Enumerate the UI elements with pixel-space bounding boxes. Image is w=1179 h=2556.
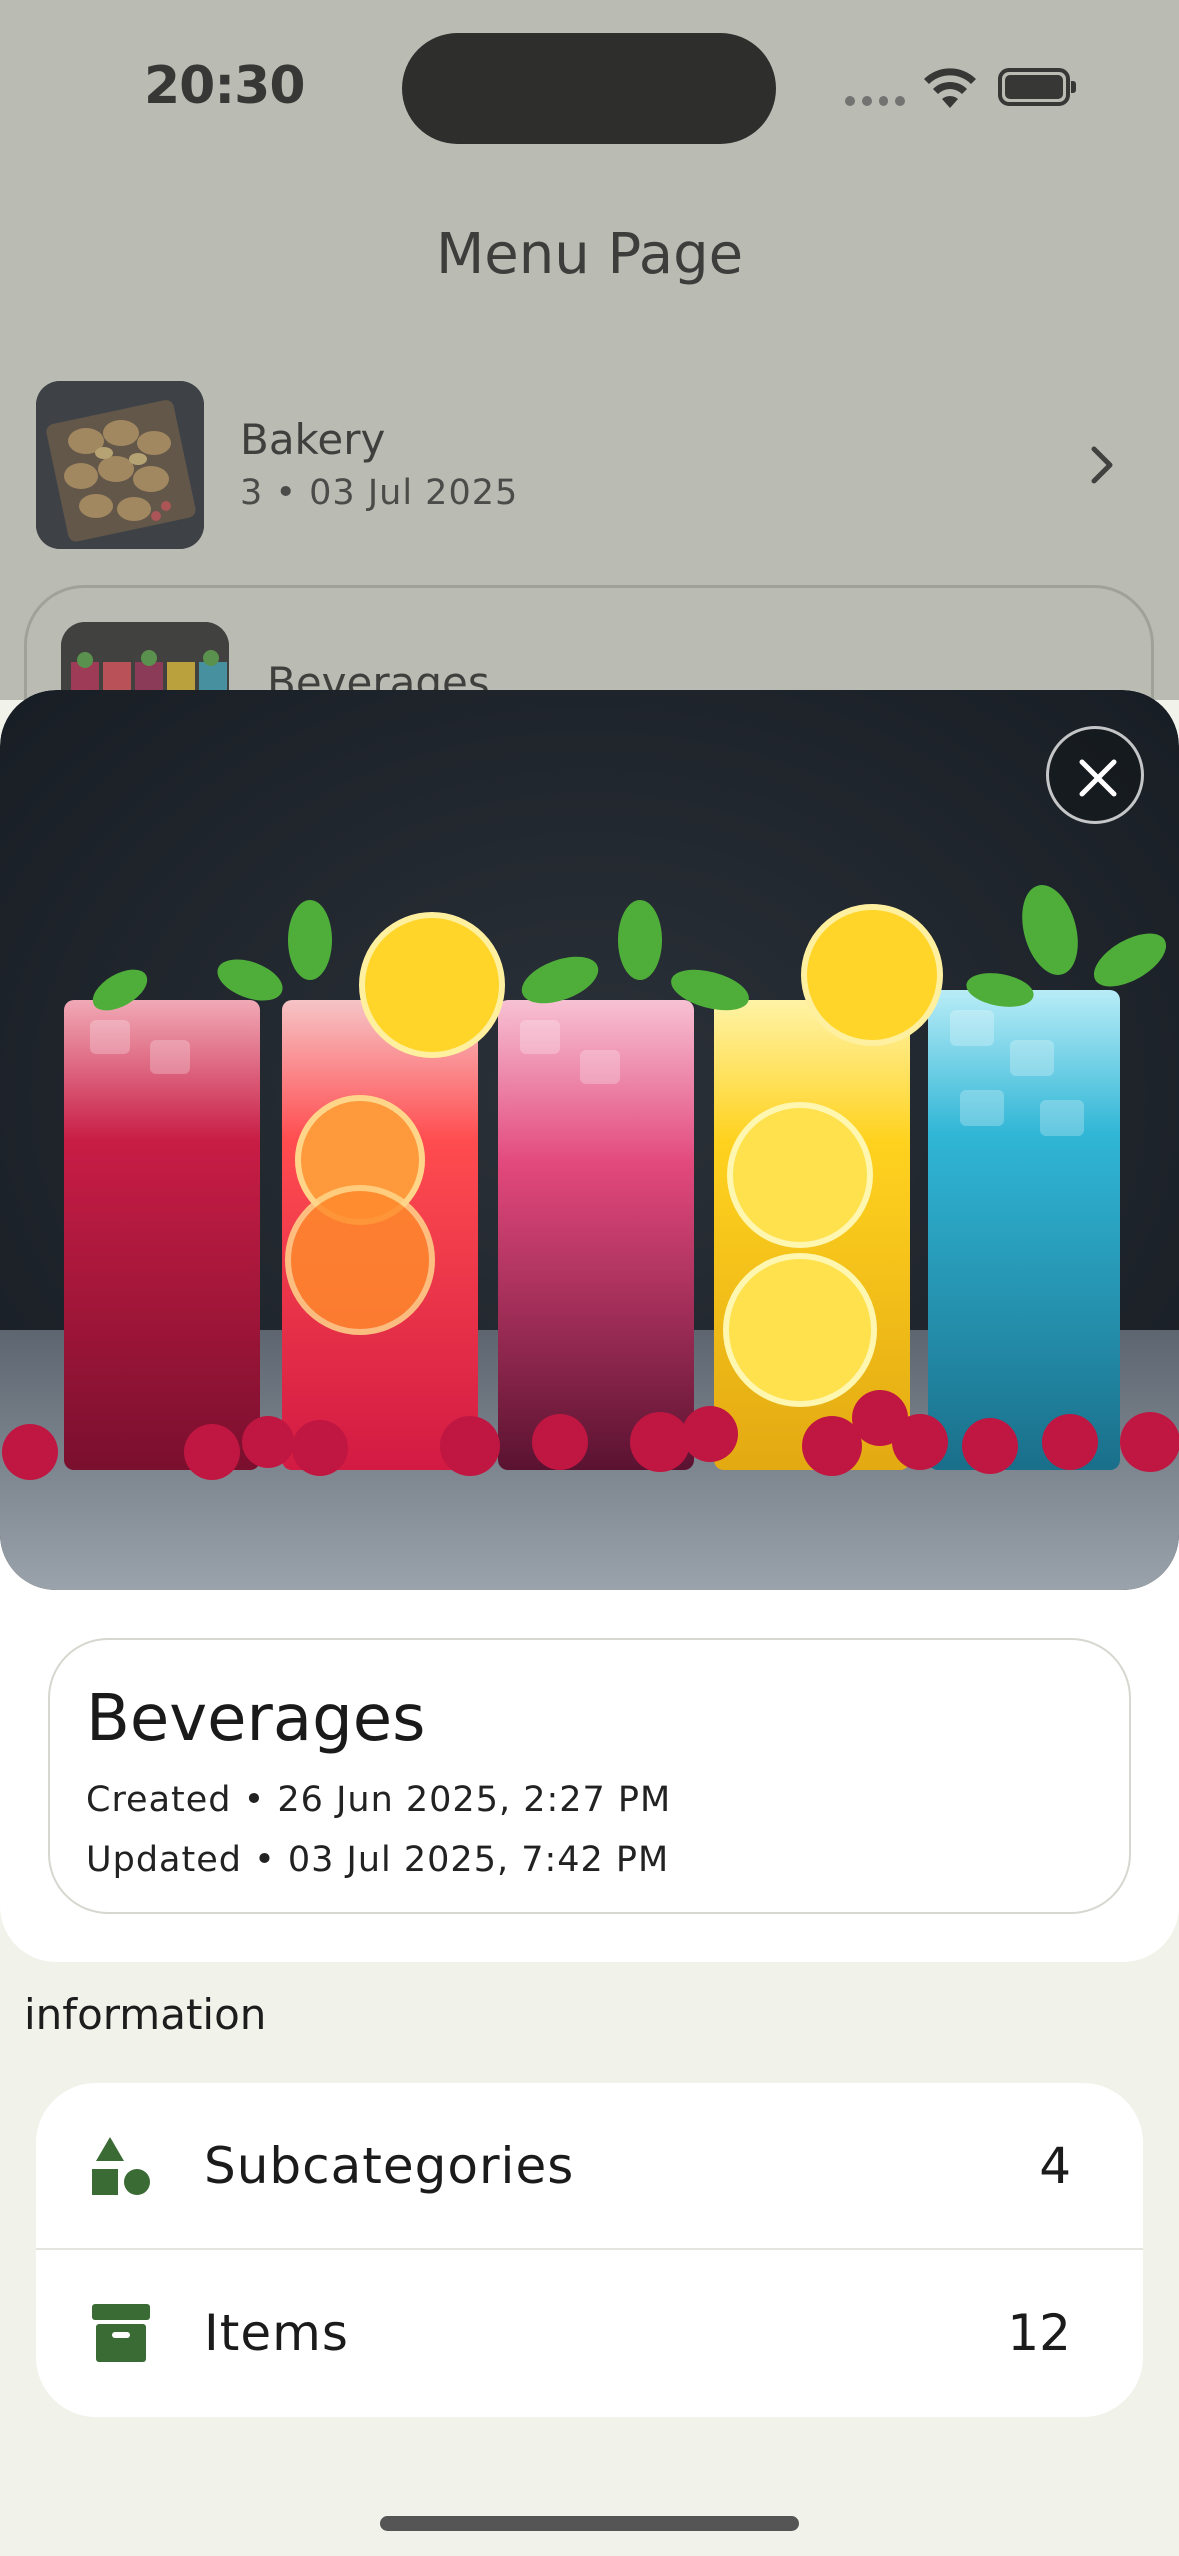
- items-row[interactable]: Items 12: [36, 2250, 1143, 2417]
- modal-scrim[interactable]: [0, 0, 1179, 700]
- items-label: Items: [204, 2304, 349, 2362]
- close-button[interactable]: [1046, 726, 1144, 824]
- information-card: Subcategories 4 Items 12: [36, 2083, 1143, 2417]
- created-date: Created • 26 Jun 2025, 2:27 PM: [86, 1780, 672, 1820]
- shapes-icon: [92, 2137, 150, 2195]
- items-count: 12: [1007, 2304, 1071, 2362]
- category-title: Beverages: [86, 1682, 426, 1756]
- category-detail-sheet: Beverages Created • 26 Jun 2025, 2:27 PM…: [0, 690, 1179, 1962]
- updated-date: Updated • 03 Jul 2025, 7:42 PM: [86, 1840, 670, 1880]
- category-hero-image: [0, 690, 1179, 1590]
- archive-icon: [92, 2304, 150, 2362]
- information-section-label: information: [24, 1990, 267, 2039]
- subcategories-count: 4: [1039, 2137, 1071, 2195]
- home-indicator[interactable]: [380, 2516, 799, 2531]
- background-page: 20:30 Menu Page Bakery 3 • 03 Jul 2025 B…: [0, 0, 1179, 700]
- category-info-card: Beverages Created • 26 Jun 2025, 2:27 PM…: [48, 1638, 1131, 1914]
- subcategories-label: Subcategories: [204, 2137, 575, 2195]
- subcategories-row[interactable]: Subcategories 4: [36, 2083, 1143, 2250]
- close-icon: [1079, 759, 1117, 797]
